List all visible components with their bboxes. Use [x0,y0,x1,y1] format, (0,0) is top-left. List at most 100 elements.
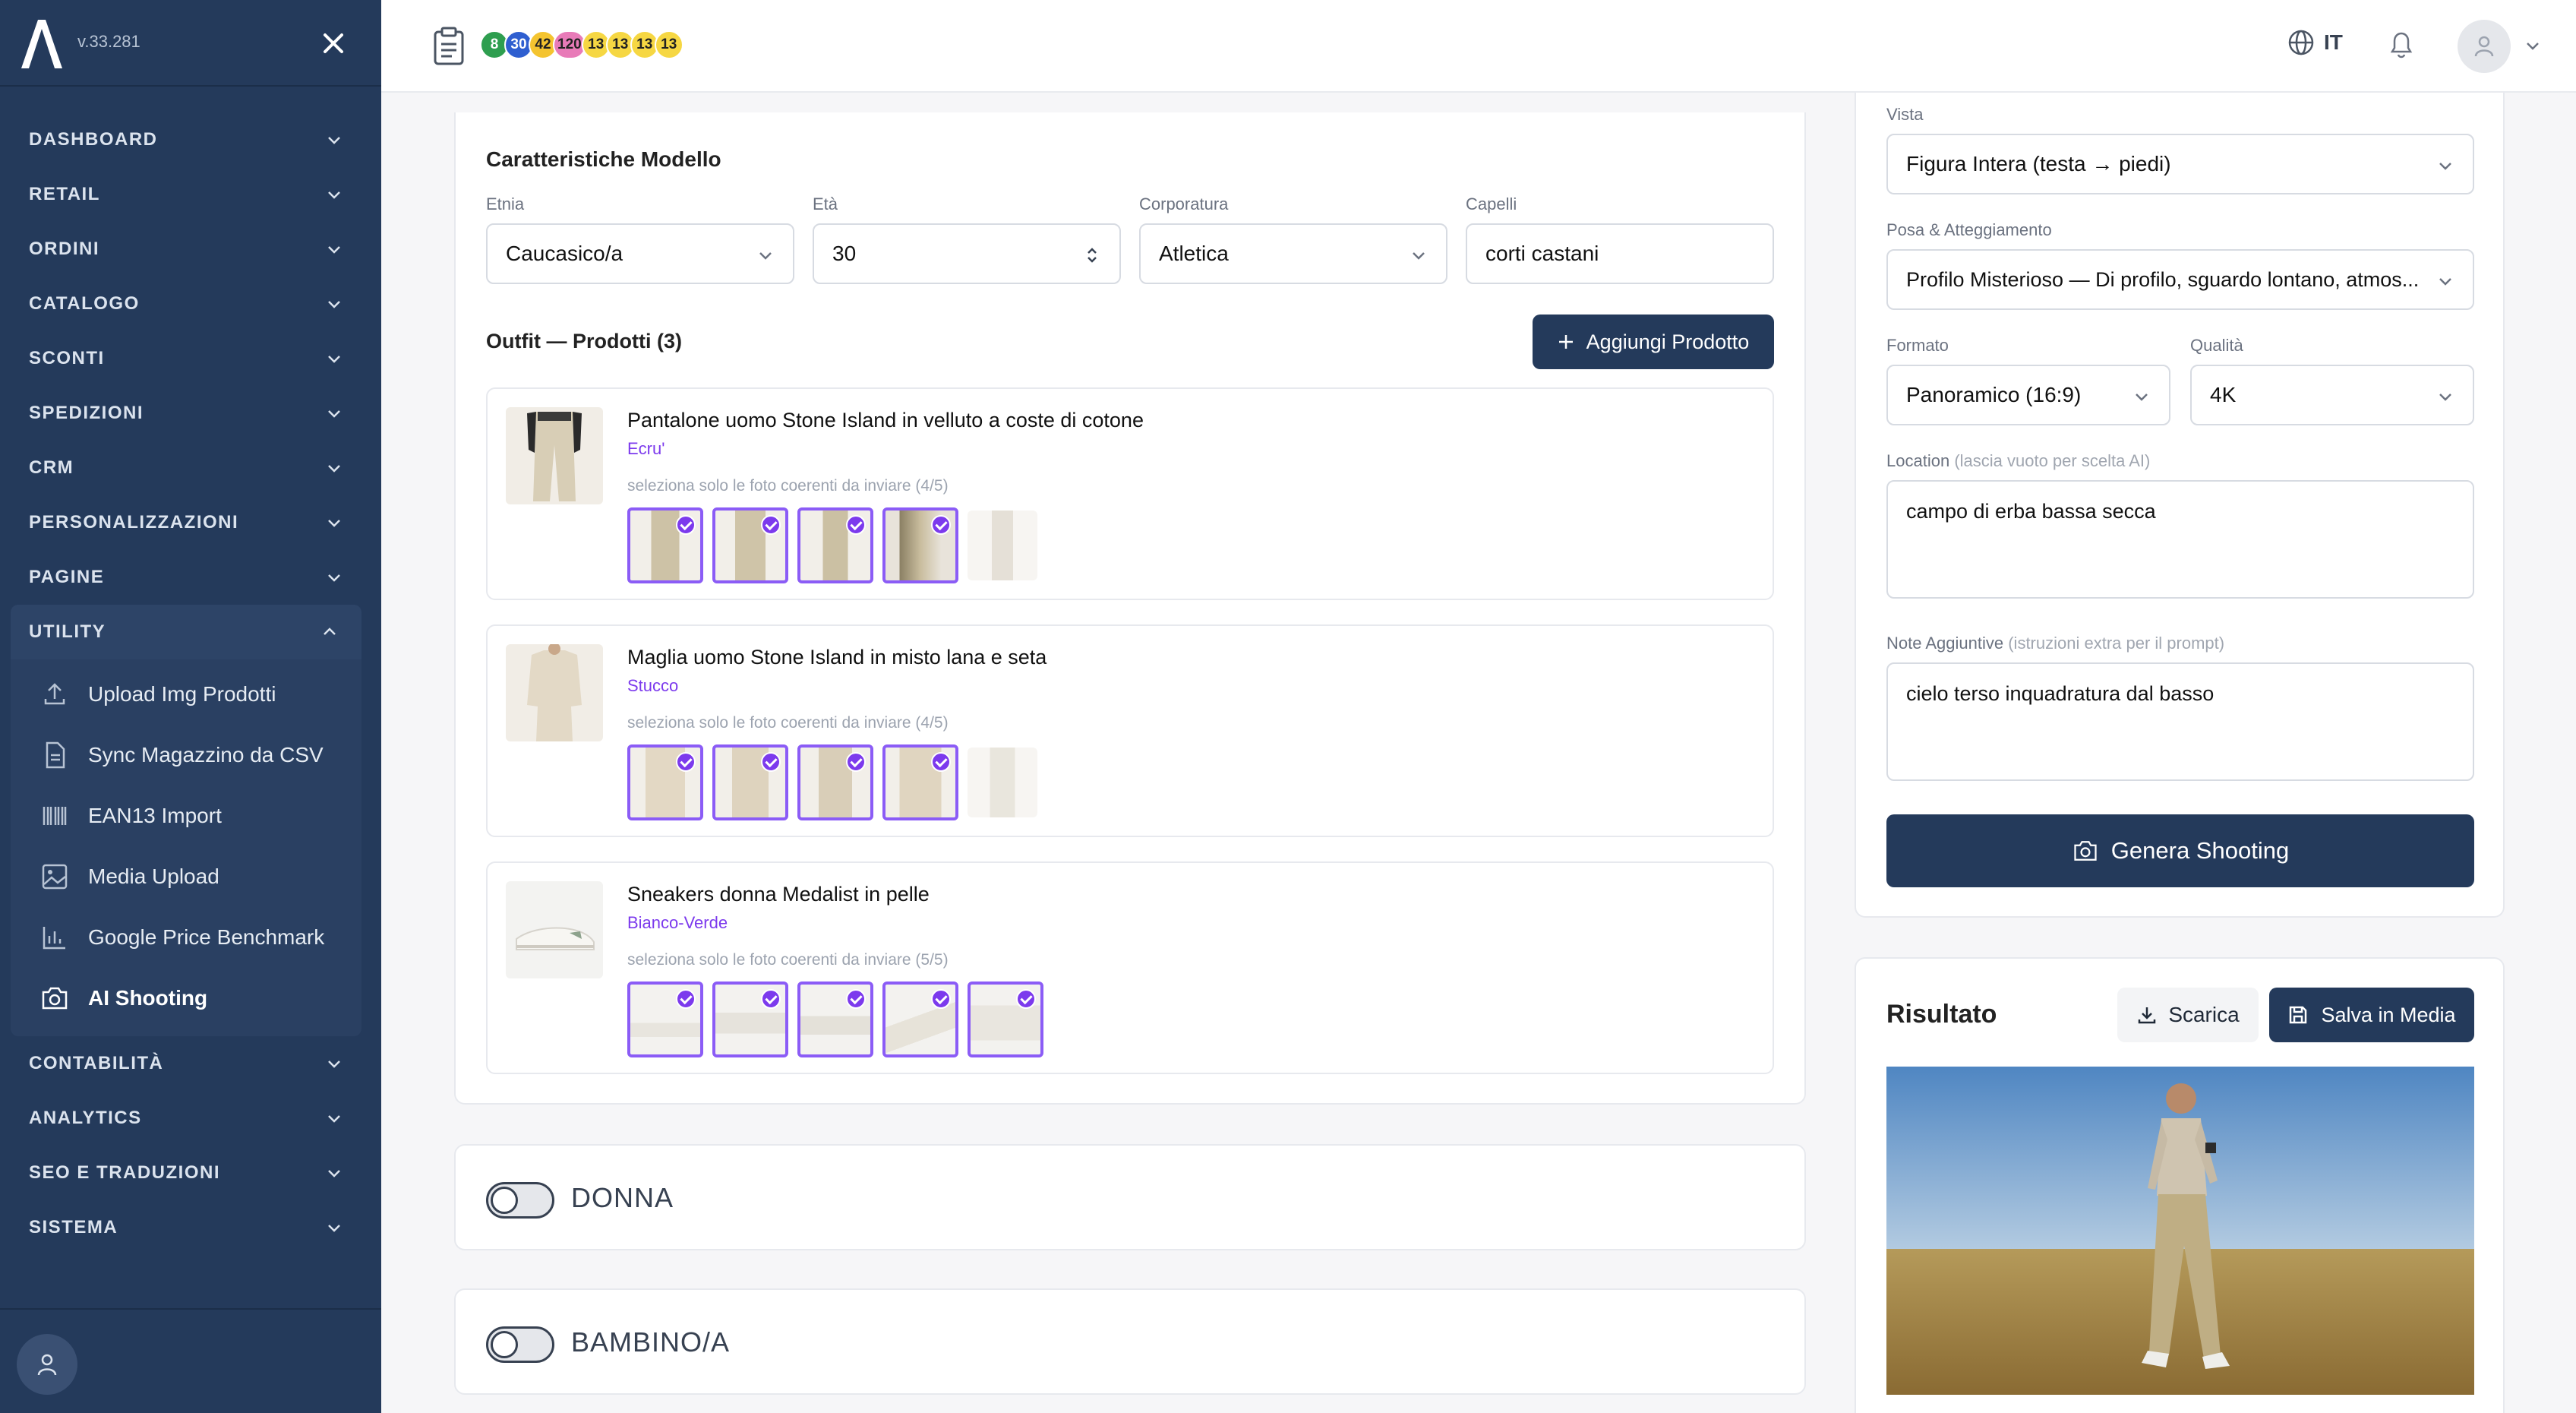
product-card: Maglia uomo Stone Island in misto lana e… [486,624,1774,837]
qualita-value: 4K [2210,383,2237,406]
sidebar-item-label: DASHBOARD [29,129,158,150]
photo-thumbnail[interactable] [882,507,958,583]
sidebar-item-label: ANALYTICS [29,1108,142,1128]
chevron-down-icon [2439,163,2451,170]
vista-select[interactable]: Figura Intera (testa → piedi) [1886,134,2474,194]
add-product-button[interactable]: Aggiungi Prodotto [1533,315,1774,369]
photo-thumbnail[interactable] [968,748,1037,817]
sub-item-ai-shooting[interactable]: AI Shooting [11,968,361,1029]
etnia-value: Caucasico/a [506,242,623,265]
notification-badges[interactable]: 8 30 42 120 13 13 13 13 [480,30,683,59]
scarica-button[interactable]: Scarica [2117,988,2259,1042]
sidebar-item-sconti[interactable]: SCONTI [0,331,381,386]
location-value: campo di erba bassa secca [1906,500,2156,523]
user-avatar[interactable] [2458,20,2511,73]
photo-thumbnail[interactable] [882,982,958,1057]
photo-thumbnail[interactable] [968,982,1043,1057]
salva-media-button[interactable]: Salva in Media [2269,988,2474,1042]
sub-item-ean13[interactable]: EAN13 Import [11,786,361,846]
photo-thumbnail[interactable] [797,507,873,583]
upload-icon [44,683,65,705]
model-section-title: Caratteristiche Modello [486,147,721,171]
photo-thumbnail[interactable] [627,744,703,820]
result-image[interactable] [1886,1067,2474,1395]
sidebar-item-seo-e-traduzioni[interactable]: SEO E TRADUZIONI [0,1146,381,1200]
chevron-down-icon [328,1115,340,1123]
logo-icon[interactable] [18,17,65,70]
check-icon [846,515,866,535]
photo-thumbnail[interactable] [627,982,703,1057]
sidebar-item-label: CATALOGO [29,293,140,314]
check-icon [931,515,951,535]
chevron-down-icon [328,137,340,144]
sub-item-label: Media Upload [88,865,219,888]
genera-shooting-button[interactable]: Genera Shooting [1886,814,2474,887]
note-textarea[interactable]: cielo terso inquadratura dal basso [1886,662,2474,781]
posa-select[interactable]: Profilo Misterioso — Di profilo, sguardo… [1886,249,2474,310]
sidebar-item-sistema[interactable]: SISTEMA [0,1200,381,1255]
sidebar-item-label: ORDINI [29,239,99,259]
location-textarea[interactable]: campo di erba bassa secca [1886,480,2474,599]
bell-icon[interactable] [2386,27,2417,61]
close-icon[interactable] [319,29,348,58]
photo-thumbnail[interactable] [712,982,788,1057]
corporatura-select[interactable]: Atletica [1139,223,1447,284]
donna-section: DONNA [454,1144,1806,1250]
etnia-label: Etnia [486,194,525,213]
photo-thumbnail[interactable] [712,507,788,583]
photo-thumbnail[interactable] [797,982,873,1057]
sidebar-item-crm[interactable]: CRM [0,441,381,495]
chevron-down-icon [328,1061,340,1068]
sidebar-item-personalizzazioni[interactable]: PERSONALIZZAZIONI [0,495,381,550]
qualita-select[interactable]: 4K [2190,365,2474,425]
user-icon [37,1354,57,1376]
clipboard-icon[interactable] [431,26,466,65]
sub-item-sync-magazzino[interactable]: Sync Magazzino da CSV [11,725,361,786]
vista-label: Vista [1886,105,1924,124]
note-label: Note Aggiuntive (istruzioni extra per il… [1886,634,2224,653]
photo-thumbnail[interactable] [968,511,1037,580]
sub-item-media-upload[interactable]: Media Upload [11,846,361,907]
capelli-value: corti castani [1485,242,1599,265]
bambino-toggle[interactable] [486,1326,554,1363]
photo-thumbnail[interactable] [627,507,703,583]
chevron-down-icon [328,465,340,473]
language-selector[interactable]: IT [2286,27,2343,58]
sidebar-item-label: PAGINE [29,567,105,587]
toggle-knob [491,1331,518,1358]
user-icon [2474,36,2494,57]
sidebar-item-pagine[interactable]: PAGINE [0,550,381,605]
chevron-down-icon[interactable] [2523,36,2543,56]
photo-thumbnail[interactable] [882,744,958,820]
sidebar-item-ordini[interactable]: ORDINI [0,222,381,277]
salva-media-label: Salva in Media [2321,1003,2456,1026]
eta-stepper[interactable]: 30 [813,223,1121,284]
stepper-icon[interactable] [1083,246,1101,264]
chevron-down-icon [328,574,340,582]
donna-label: DONNA [571,1182,674,1213]
capelli-input[interactable]: corti castani [1466,223,1774,284]
etnia-select[interactable]: Caucasico/a [486,223,794,284]
location-hint: (lascia vuoto per scelta AI) [1954,451,2151,470]
photo-thumbnail[interactable] [712,744,788,820]
sidebar-item-catalogo[interactable]: CATALOGO [0,277,381,331]
chevron-down-icon [328,1225,340,1232]
qualita-label: Qualità [2190,336,2243,355]
product-image [506,881,603,978]
chevron-down-icon [328,191,340,199]
chevron-down-icon [1413,252,1425,260]
check-icon [676,515,696,535]
check-icon [931,989,951,1009]
sidebar-item-spedizioni[interactable]: SPEDIZIONI [0,386,381,441]
sub-item-upload-img[interactable]: Upload Img Prodotti [11,664,361,725]
sidebar-item-dashboard[interactable]: DASHBOARD [0,112,381,167]
donna-toggle[interactable] [486,1182,554,1219]
sidebar-item-retail[interactable]: RETAIL [0,167,381,222]
sidebar-item-analytics[interactable]: ANALYTICS [0,1091,381,1146]
sidebar-item-contabilit-[interactable]: CONTABILITÀ [0,1036,381,1091]
photo-thumbnail[interactable] [797,744,873,820]
formato-select[interactable]: Panoramico (16:9) [1886,365,2170,425]
avatar[interactable] [17,1334,77,1395]
sidebar-item-utility[interactable]: UTILITY [11,605,361,659]
sub-item-google-price[interactable]: Google Price Benchmark [11,907,361,968]
